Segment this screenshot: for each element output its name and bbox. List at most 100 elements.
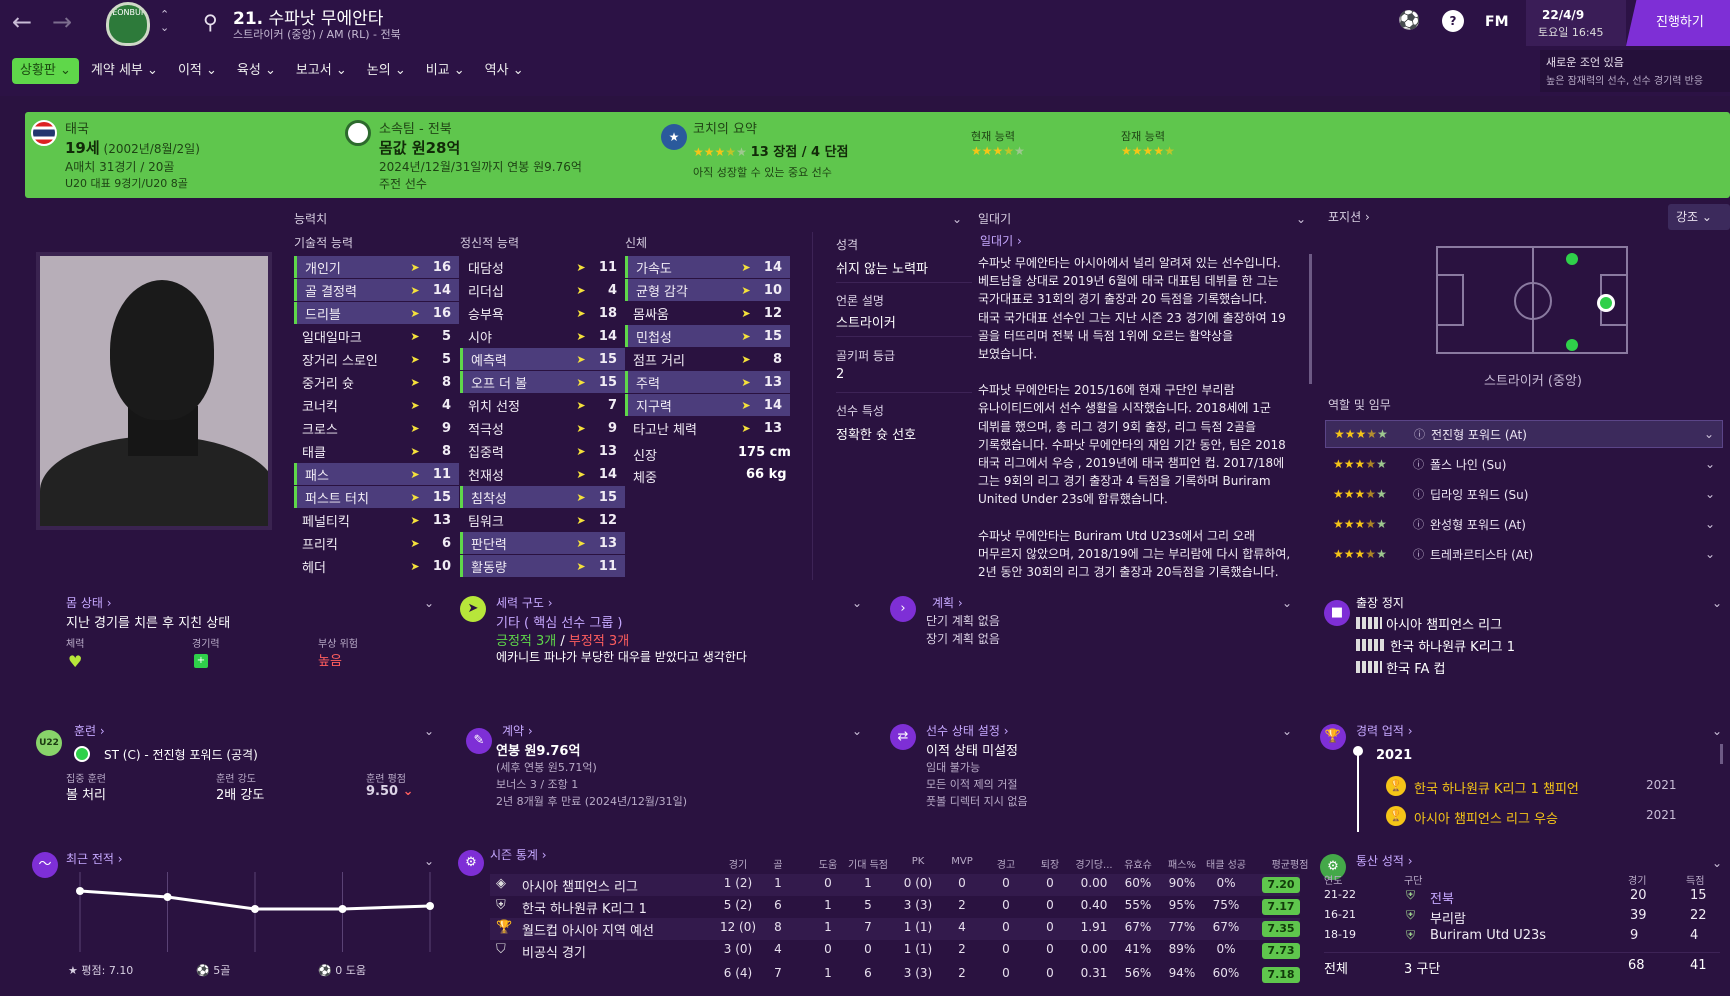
season-column-header[interactable]: 퇴장 (1028, 856, 1072, 871)
tab-development[interactable]: 육성 ⌄ (229, 58, 284, 84)
info-icon[interactable]: ⓘ (1413, 516, 1424, 532)
career-chevron-icon[interactable]: ⌄ (1712, 856, 1722, 870)
role-item[interactable]: ★★★★★ ⓘ 폴스 나인 (Su) ⌄ (1325, 450, 1723, 478)
season-column-header[interactable]: PK (896, 856, 940, 867)
season-column-header[interactable]: 태클 성공 (1204, 856, 1248, 871)
tab-contract[interactable]: 계약 세부 ⌄ (83, 58, 166, 84)
chevron-down-icon[interactable]: ⌄ (1705, 547, 1715, 561)
info-icon[interactable]: ⓘ (1413, 546, 1424, 562)
ball-icon[interactable]: ⚽ (1398, 10, 1420, 31)
attribute-row[interactable]: 침착성 ➤ 15 (460, 486, 625, 508)
honour-name[interactable]: 아시아 챔피언스 리그 우승 (1414, 808, 1558, 827)
training-chevron-icon[interactable]: ⌄ (424, 724, 434, 738)
attribute-row[interactable]: 위치 선정 ➤ 7 (460, 394, 625, 416)
tab-history[interactable]: 역사 ⌄ (477, 58, 532, 84)
attribute-row[interactable]: 퍼스트 터치 ➤ 15 (294, 486, 459, 508)
role-item[interactable]: ★★★★★ ⓘ 딥라잉 포워드 (Su) ⌄ (1325, 480, 1723, 508)
attribute-row[interactable]: 오프 더 볼 ➤ 15 (460, 371, 625, 393)
training-title[interactable]: 훈련 › (74, 722, 105, 739)
season-column-header[interactable]: 유효슈 (1116, 856, 1160, 871)
attribute-row[interactable]: 타고난 체력 ➤ 13 (625, 417, 790, 439)
career-club[interactable]: Buriram Utd U23s (1430, 928, 1546, 943)
career-club[interactable]: 전북 (1430, 888, 1454, 907)
role-item[interactable]: ★★★★★ ⓘ 트레콰르티스타 (At) ⌄ (1325, 540, 1723, 568)
chevron-down-icon[interactable]: ⌄ (1705, 517, 1715, 531)
honour-name[interactable]: 한국 하나원큐 K리그 1 챔피언 (1414, 778, 1579, 797)
attribute-row[interactable]: 팀워크 ➤ 12 (460, 509, 625, 531)
info-icon[interactable]: ⓘ (1414, 426, 1425, 442)
attribute-row[interactable]: 개인기 ➤ 16 (294, 256, 459, 278)
season-column-header[interactable]: 경기당... (1072, 856, 1116, 871)
back-arrow-icon[interactable]: ← (12, 8, 32, 36)
form-point[interactable] (251, 905, 259, 913)
attribute-row[interactable]: 민첩성 ➤ 15 (625, 325, 790, 347)
attribute-row[interactable]: 리더십 ➤ 4 (460, 279, 625, 301)
attribute-row[interactable]: 장거리 스로인 ➤ 5 (294, 348, 459, 370)
attribute-row[interactable]: 점프 거리 ➤ 8 (625, 348, 790, 370)
career-title[interactable]: 통산 성적 › (1356, 852, 1413, 869)
attribute-row[interactable]: 중거리 슛 ➤ 8 (294, 371, 459, 393)
search-icon[interactable]: ⚲ (203, 10, 218, 34)
notice-title[interactable]: 새로운 조언 있음 (1546, 54, 1624, 70)
bio-chevron-icon[interactable]: ⌄ (1296, 212, 1306, 226)
status-chevron-icon[interactable]: ⌄ (1282, 724, 1292, 738)
tab-overview[interactable]: 상황판 ⌄ (12, 58, 79, 84)
attribute-row[interactable]: 페널티킥 ➤ 13 (294, 509, 459, 531)
chevron-down-icon[interactable]: ⌄ (1705, 457, 1715, 471)
attribute-row[interactable]: 프리킥 ➤ 6 (294, 532, 459, 554)
nation[interactable]: 태국 (65, 118, 200, 137)
attribute-row[interactable]: 지구력 ➤ 14 (625, 394, 790, 416)
continue-button[interactable]: 진행하기 (1626, 0, 1730, 46)
season-column-header[interactable]: MVP (940, 856, 984, 867)
info-icon[interactable]: ⓘ (1413, 456, 1424, 472)
attribute-row[interactable]: 적극성 ➤ 9 (460, 417, 625, 439)
contract-chevron-icon[interactable]: ⌄ (852, 724, 862, 738)
info-icon[interactable]: ⓘ (1413, 486, 1424, 502)
attribute-row[interactable]: 가속도 ➤ 14 (625, 256, 790, 278)
plans-title[interactable]: 계획 › (932, 594, 963, 611)
condition-title[interactable]: 몸 상태 › (66, 594, 112, 611)
season-column-header[interactable]: 기대 득점 (846, 856, 890, 871)
season-column-header[interactable]: 골 (756, 856, 800, 871)
attribute-row[interactable]: 헤더 ➤ 10 (294, 555, 459, 577)
attribute-row[interactable]: 천재성 ➤ 14 (460, 463, 625, 485)
attribute-row[interactable]: 주력 ➤ 13 (625, 371, 790, 393)
honours-scrollbar[interactable] (1720, 744, 1723, 764)
tab-discuss[interactable]: 논의 ⌄ (359, 58, 414, 84)
competition-name[interactable]: 월드컵 아시아 지역 예선 (522, 920, 654, 939)
season-column-header[interactable]: 평균평점 (1268, 856, 1312, 871)
competition-name[interactable]: 비공식 경기 (522, 942, 586, 961)
tab-reports[interactable]: 보고서 ⌄ (288, 58, 355, 84)
season-column-header[interactable]: 경기 (716, 856, 760, 871)
suspension-chevron-icon[interactable]: ⌄ (1712, 596, 1722, 610)
attribute-row[interactable]: 몸싸움 ➤ 12 (625, 302, 790, 324)
attribute-row[interactable]: 크로스 ➤ 9 (294, 417, 459, 439)
attribute-row[interactable]: 태클 ➤ 8 (294, 440, 459, 462)
season-column-header[interactable]: 경고 (984, 856, 1028, 871)
position-title[interactable]: 포지션 › (1328, 208, 1370, 225)
attribute-row[interactable]: 시야 ➤ 14 (460, 325, 625, 347)
attributes-chevron-icon[interactable]: ⌄ (952, 212, 962, 226)
attribute-row[interactable]: 집중력 ➤ 13 (460, 440, 625, 462)
form-point[interactable] (338, 905, 347, 913)
season-column-header[interactable]: 패스% (1160, 856, 1204, 871)
attribute-row[interactable]: 드리블 ➤ 16 (294, 302, 459, 324)
form-point[interactable] (163, 893, 172, 901)
attribute-row[interactable]: 골 결정력 ➤ 14 (294, 279, 459, 301)
attribute-row[interactable]: 대담성 ➤ 11 (460, 256, 625, 278)
contract-title[interactable]: 계약 › (502, 722, 533, 739)
form-point[interactable] (76, 887, 84, 895)
bio-scrollbar[interactable] (1309, 254, 1312, 384)
form-point[interactable] (426, 902, 434, 910)
attribute-row[interactable]: 패스 ➤ 11 (294, 463, 459, 485)
dynamics-chevron-icon[interactable]: ⌄ (852, 596, 862, 610)
honours-title[interactable]: 경력 업적 › (1356, 722, 1413, 739)
highlight-dropdown[interactable]: 강조 ⌄ (1668, 204, 1730, 230)
tab-transfer[interactable]: 이적 ⌄ (170, 58, 225, 84)
role-item[interactable]: ★★★★★ ⓘ 전진형 포워드 (At) ⌄ (1325, 420, 1723, 448)
competition-name[interactable]: 아시아 챔피언스 리그 (522, 876, 638, 895)
player-switch-icon[interactable]: ⌃ ⌄ (160, 8, 169, 34)
career-club[interactable]: 부리람 (1430, 908, 1466, 927)
plans-chevron-icon[interactable]: ⌄ (1282, 596, 1292, 610)
attribute-row[interactable]: 코너킥 ➤ 4 (294, 394, 459, 416)
